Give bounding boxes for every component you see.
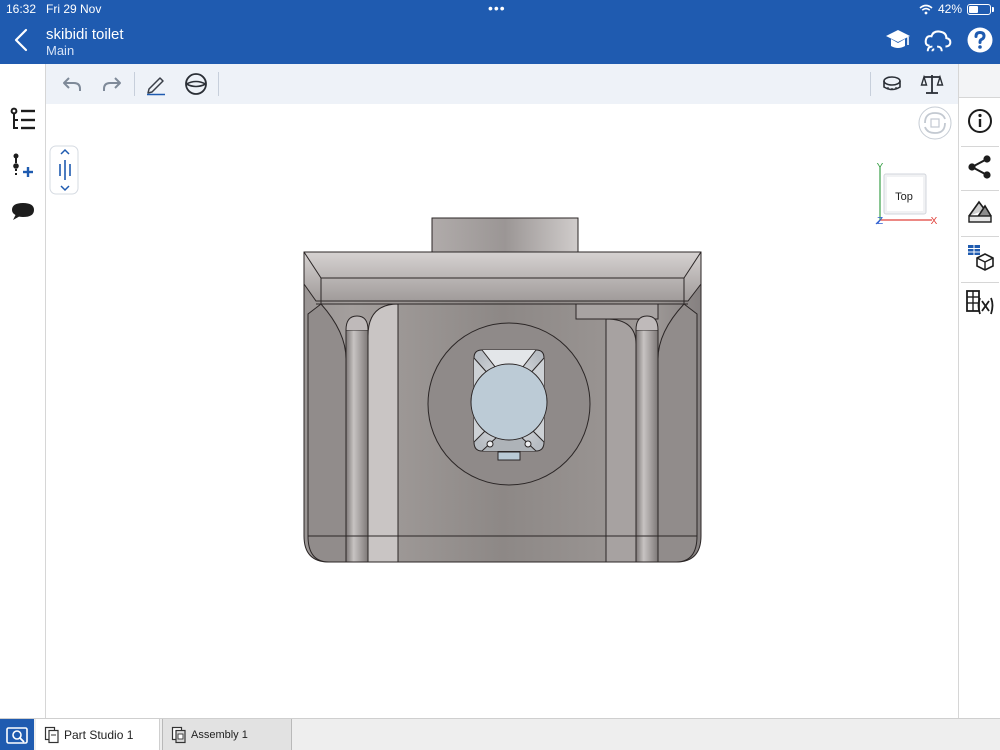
mass-properties-scale-icon[interactable] [920, 72, 944, 96]
display-sphere-icon[interactable] [184, 72, 208, 96]
back-chevron-icon[interactable] [10, 26, 34, 54]
app-header: 16:32 Fri 29 Nov ••• 42% skibidi toilet … [0, 0, 1000, 64]
status-date: Fri 29 Nov [46, 2, 102, 16]
view-slider-handle[interactable] [49, 145, 79, 195]
status-right: 42% [919, 2, 994, 16]
left-panel [0, 64, 46, 718]
part-socket-ball [470, 363, 548, 441]
multitasking-dots-icon[interactable]: ••• [488, 0, 506, 16]
battery-icon [967, 3, 991, 15]
view-cube[interactable]: Top Y X Z [875, 162, 938, 227]
view-cube-face-label: Top [895, 191, 913, 203]
tab-label: Assembly 1 [191, 728, 248, 741]
part-model[interactable] [303, 217, 702, 563]
assembly-icon [171, 726, 186, 743]
wifi-icon [919, 4, 933, 14]
workspace-name: Main [46, 43, 75, 58]
toolbar [46, 64, 958, 104]
insert-feature-icon[interactable] [9, 152, 37, 180]
tab-manager-button[interactable] [0, 719, 34, 750]
tab-part-studio-1[interactable]: Part Studio 1 [36, 719, 160, 750]
info-icon[interactable] [965, 106, 995, 136]
status-time: 16:32 [6, 2, 37, 16]
sketch-pencil-icon[interactable] [144, 72, 168, 96]
right-panel-separator [961, 236, 999, 237]
toolbar-separator [218, 72, 219, 96]
battery-percent: 42% [937, 2, 962, 16]
share-icon[interactable] [965, 152, 995, 182]
toolbar-separator [870, 72, 871, 96]
measure-tape-icon[interactable] [880, 72, 904, 96]
part-studio-icon [44, 726, 59, 744]
tab-assembly-1[interactable]: Assembly 1 [162, 719, 292, 750]
learning-center-icon[interactable] [884, 26, 912, 54]
comments-icon[interactable] [9, 198, 37, 226]
graphics-viewport[interactable]: Top Y X Z [46, 104, 958, 718]
undo-icon[interactable] [60, 72, 84, 96]
right-panel-separator [961, 282, 999, 283]
view-rotate-button[interactable] [918, 106, 952, 140]
axis-z-label: Z [877, 216, 883, 227]
tab-label: Part Studio 1 [64, 728, 134, 742]
redo-icon[interactable] [100, 72, 124, 96]
appearance-icon[interactable] [965, 196, 995, 226]
help-icon[interactable] [966, 26, 994, 54]
right-panel-separator [961, 146, 999, 147]
bill-of-materials-icon[interactable] [965, 242, 995, 272]
toolbar-separator [134, 72, 135, 96]
axis-x-label: X [931, 216, 938, 227]
axis-y-label: Y [877, 162, 884, 173]
right-panel [958, 64, 1000, 718]
battery-tip [992, 6, 994, 12]
viewport-canvas[interactable]: Top Y X Z [46, 104, 958, 718]
bottom-tab-bar: Part Studio 1 Assembly 1 [0, 718, 1000, 750]
part-right-pillar [635, 329, 659, 563]
part-top-boss [431, 217, 579, 253]
right-panel-top-strip [959, 64, 1000, 98]
part-top-flange [303, 251, 702, 302]
variable-table-icon[interactable] [965, 288, 995, 318]
tab-search-icon [6, 727, 28, 744]
cloud-connect-icon[interactable] [924, 26, 952, 54]
right-panel-separator [961, 190, 999, 191]
feature-list-icon[interactable] [9, 106, 37, 134]
part-left-pillar [345, 329, 369, 563]
document-title: skibidi toilet [46, 26, 124, 43]
